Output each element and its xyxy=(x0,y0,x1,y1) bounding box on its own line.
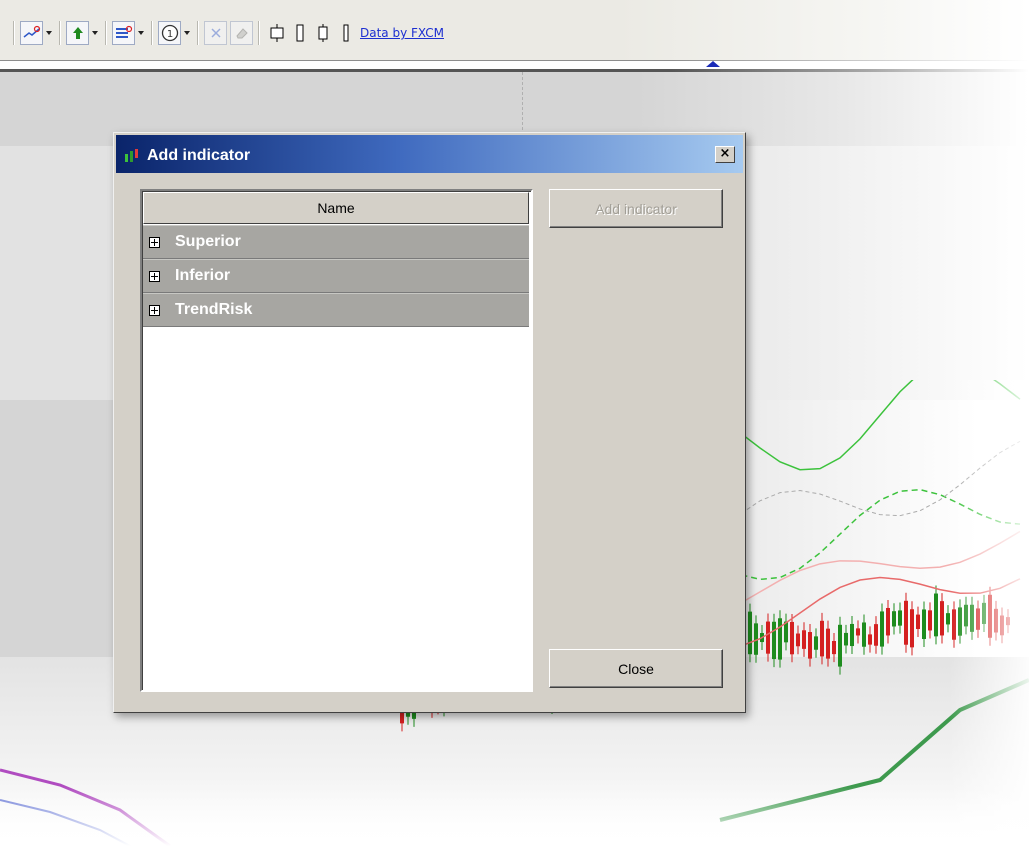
candle-body xyxy=(922,609,926,640)
candle-body xyxy=(928,610,932,631)
candle-body xyxy=(880,611,884,647)
candle-body xyxy=(790,621,794,655)
tree-item-label: Superior xyxy=(175,233,241,250)
candle-body xyxy=(910,609,914,648)
toolbar-separator xyxy=(105,21,107,45)
draw-line-tool-icon[interactable] xyxy=(20,21,43,45)
candle-body xyxy=(868,634,872,645)
expand-plus-icon[interactable] xyxy=(149,236,160,248)
candle-body xyxy=(772,621,776,660)
eraser-icon[interactable] xyxy=(230,21,253,45)
candle-body xyxy=(886,607,890,636)
candle-body xyxy=(904,600,908,645)
candle-body xyxy=(892,611,896,627)
candle-thin-icon[interactable] xyxy=(334,21,357,45)
dialog-title: Add indicator xyxy=(147,147,251,164)
add-indicator-button[interactable]: Add indicator xyxy=(549,189,723,228)
candle-body xyxy=(832,640,836,655)
candle-body xyxy=(856,628,860,636)
tree-item-superior[interactable]: Superior xyxy=(143,225,529,259)
toolbar-separator xyxy=(197,21,199,45)
delete-x-icon[interactable] xyxy=(204,21,227,45)
indicator-list-icon[interactable] xyxy=(112,21,135,45)
candle-body xyxy=(826,628,830,659)
candle-body xyxy=(814,636,818,650)
candle-body xyxy=(844,632,848,646)
candle-wide-icon[interactable] xyxy=(265,21,288,45)
data-by-fxcm-link[interactable]: Data by FXCM xyxy=(360,26,444,40)
candle-body xyxy=(802,630,806,649)
candle-body xyxy=(874,624,878,646)
candle-narrow-icon[interactable] xyxy=(288,21,311,45)
tree-item-inferior[interactable]: Inferior xyxy=(143,259,529,293)
toolbar-separator xyxy=(151,21,153,45)
toolbar-separator xyxy=(258,21,260,45)
chevron-down-icon[interactable] xyxy=(43,21,54,45)
toolbar-separator xyxy=(13,21,15,45)
close-button[interactable]: Close xyxy=(549,649,723,688)
tree-item-label: Inferior xyxy=(175,267,231,284)
svg-text:1: 1 xyxy=(166,29,172,40)
chart-crosshair-line xyxy=(522,72,523,130)
indicator-app-icon xyxy=(125,149,138,162)
candle-body xyxy=(940,601,944,636)
candle-body xyxy=(748,611,752,655)
chart-fade-overlay xyxy=(0,786,1029,846)
candle-body xyxy=(778,618,782,660)
toolbar-separator xyxy=(59,21,61,45)
candle-body xyxy=(862,622,866,647)
chart-toolbar: 1 Data by FXCM xyxy=(0,0,1029,60)
tree-item-label: TrendRisk xyxy=(175,301,253,318)
candle-body xyxy=(838,624,842,667)
candle-body xyxy=(934,593,938,637)
splitter-up-arrow-icon[interactable] xyxy=(706,61,720,67)
candle-body xyxy=(850,623,854,647)
toolbar-tools: 1 Data by FXCM xyxy=(8,19,444,47)
dialog-titlebar[interactable]: Add indicator × xyxy=(116,135,743,173)
candle-body xyxy=(916,614,920,630)
chevron-down-icon[interactable] xyxy=(181,21,192,45)
chevron-down-icon[interactable] xyxy=(135,21,146,45)
expand-plus-icon[interactable] xyxy=(149,270,160,282)
expand-plus-icon[interactable] xyxy=(149,304,160,316)
candle-body xyxy=(820,620,824,657)
candle-body xyxy=(796,633,800,647)
candle-body xyxy=(766,621,770,654)
candle-medium-icon[interactable] xyxy=(311,21,334,45)
chevron-down-icon[interactable] xyxy=(89,21,100,45)
candle-body xyxy=(808,632,812,659)
toolbar-bottom-line xyxy=(0,60,1029,61)
buy-arrow-icon[interactable] xyxy=(66,21,89,45)
chart-fade-overlay xyxy=(949,380,1029,846)
close-x-button[interactable]: × xyxy=(715,146,735,163)
indicator-tree-list[interactable]: Name Superior Inferior TrendRisk xyxy=(140,189,533,692)
add-indicator-dialog: Add indicator × Name Superior Inferior T… xyxy=(113,132,746,713)
tree-item-trendrisk[interactable]: TrendRisk xyxy=(143,293,529,327)
candle-body xyxy=(898,610,902,626)
number-one-icon[interactable]: 1 xyxy=(158,21,181,45)
column-header-name[interactable]: Name xyxy=(143,192,529,224)
